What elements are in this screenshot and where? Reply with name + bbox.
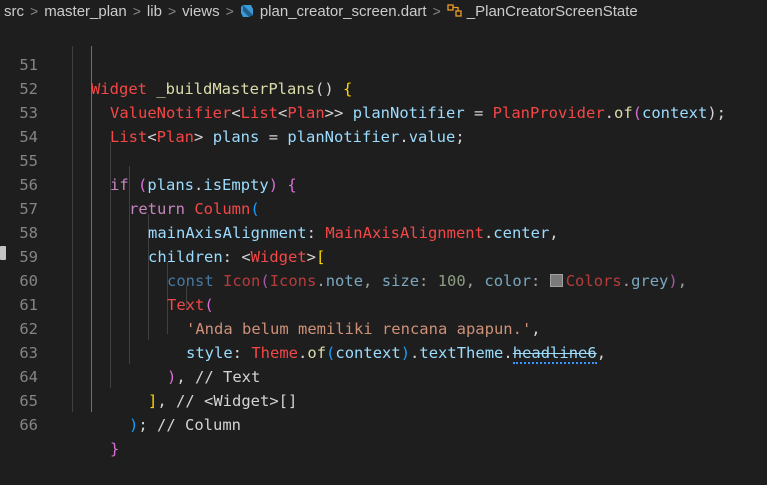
code-line: 53 List<Plan> plans = planNotifier.value…	[0, 77, 767, 146]
breadcrumb-class-label: _PlanCreatorScreenState	[466, 2, 638, 20]
code-line: 62 style: Theme.of(context).textTheme.he…	[0, 293, 767, 364]
breadcrumb-master-plan[interactable]: master_plan	[44, 3, 127, 20]
breadcrumb-file-label: plan_creator_screen.dart	[259, 2, 427, 20]
code-line: 59 const Icon(Icons.note, size: 100, col…	[0, 221, 767, 290]
code-line: 51 Widget _buildMasterPlans() {	[0, 29, 767, 98]
class-symbol-icon	[447, 3, 462, 17]
code-editor[interactable]: 51 Widget _buildMasterPlans() { 52 Value…	[0, 22, 767, 458]
breadcrumb-lib[interactable]: lib	[147, 3, 162, 20]
breadcrumb-separator: >	[30, 3, 39, 19]
breadcrumb-separator: >	[167, 3, 177, 19]
code-line: 64 ], // <Widget>[]	[0, 341, 767, 410]
breadcrumb-file[interactable]: plan_creator_screen.dart	[240, 3, 427, 20]
breadcrumb: src > master_plan > lib > views > plan_c…	[0, 0, 767, 22]
code-line: 56 return Column(	[0, 149, 767, 218]
code-line: 65 ); // Column	[0, 365, 767, 434]
closing-label-hint: // Column	[157, 416, 242, 434]
code-line: 52 ValueNotifier<List<Plan>> planNotifie…	[0, 53, 767, 122]
code-line: 61 'Anda belum memiliki rencana apapun.'…	[0, 269, 767, 338]
line-number: 66	[19, 416, 38, 434]
code-line: 66 }	[0, 389, 767, 458]
breadcrumb-separator: >	[132, 3, 141, 19]
code-line: 58 children: <Widget>[	[0, 197, 767, 266]
breadcrumb-views[interactable]: views	[182, 3, 220, 20]
code-line: 63 ), // Text	[0, 317, 767, 386]
code-line: 54	[0, 101, 767, 146]
code-line: 57 mainAxisAlignment: MainAxisAlignment.…	[0, 173, 767, 242]
code-text[interactable]: }	[110, 437, 119, 461]
code-text[interactable]: ); // Column	[129, 413, 241, 437]
code-line: 55 if (plans.isEmpty) {	[0, 125, 767, 194]
breadcrumb-src[interactable]: src	[4, 3, 24, 20]
code-line: 60 Text(	[0, 245, 767, 314]
breadcrumb-separator: >	[432, 3, 441, 19]
breadcrumb-separator: >	[225, 3, 234, 19]
dart-file-icon	[240, 4, 253, 17]
breadcrumb-class[interactable]: _PlanCreatorScreenState	[447, 3, 638, 20]
